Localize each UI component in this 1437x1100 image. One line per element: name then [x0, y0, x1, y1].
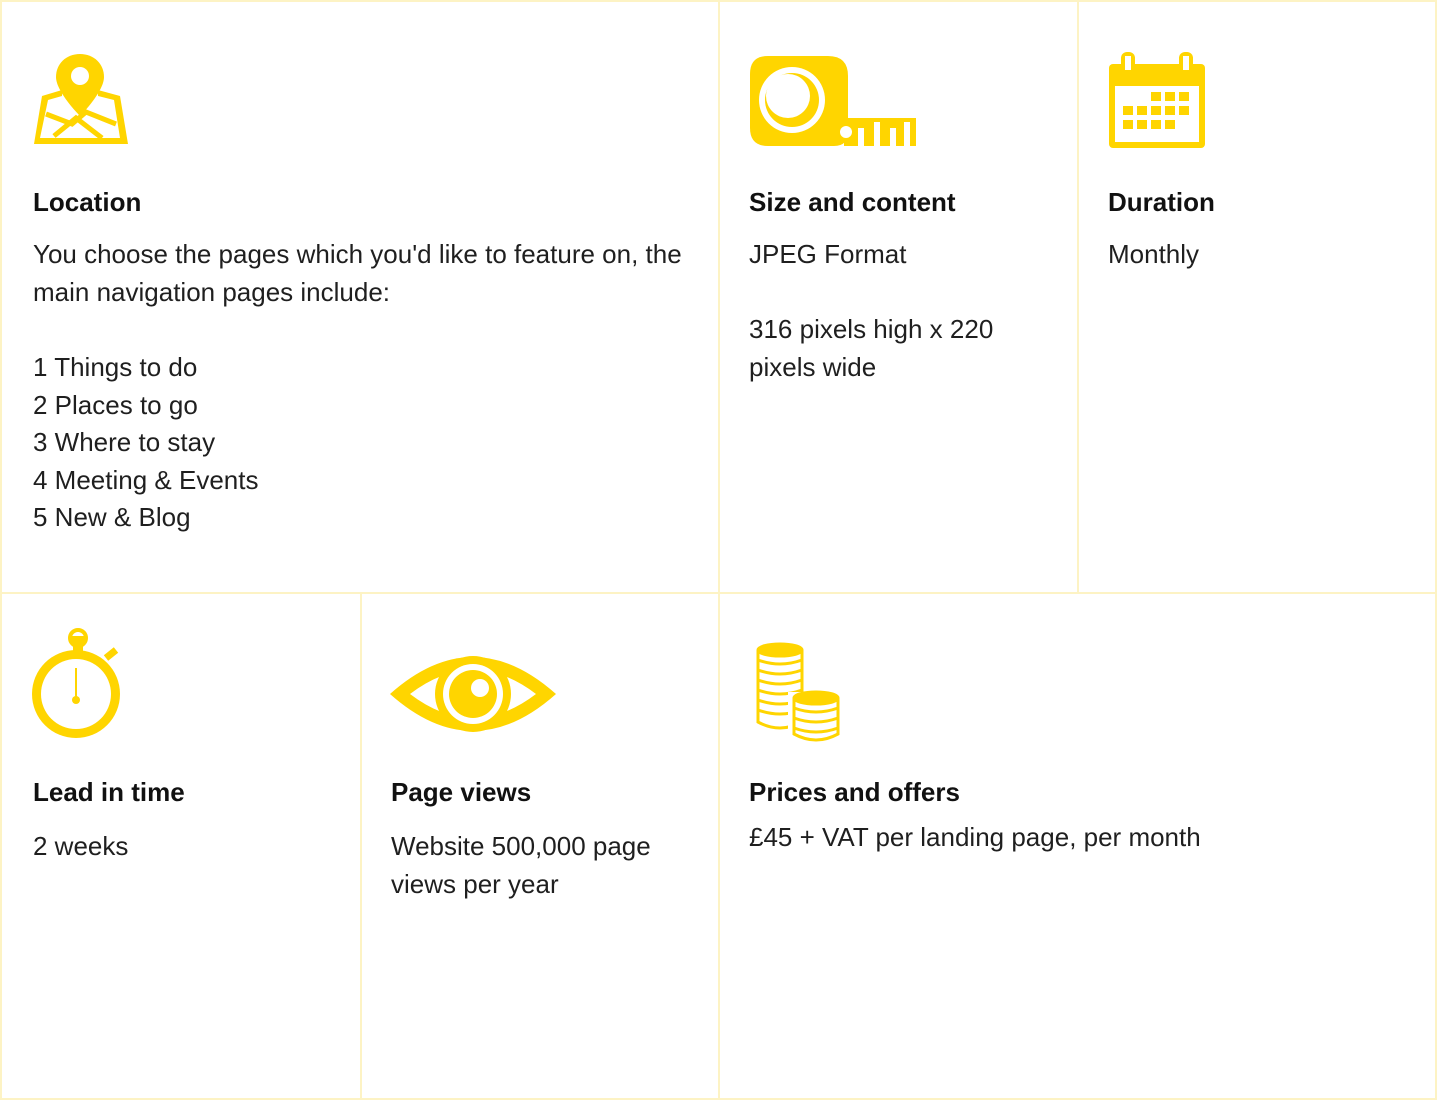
- location-card: Location You choose the pages which you'…: [0, 0, 720, 594]
- size-title: Size and content: [749, 187, 956, 217]
- prices-value: £45 + VAT per landing page, per month: [749, 822, 1201, 852]
- location-intro: You choose the pages which you'd like to…: [33, 239, 682, 307]
- navigation-pages-list: 1 Things to do 2 Places to go 3 Where to…: [33, 349, 683, 537]
- features-grid: Location You choose the pages which you'…: [0, 0, 1437, 1100]
- list-item: 3 Where to stay: [33, 427, 216, 457]
- size-body: JPEG Format 316 pixels high x 220 pixels…: [749, 235, 1049, 386]
- size-card: Size and content JPEG Format 316 pixels …: [718, 0, 1079, 594]
- views-card: Page views Website 500,000 page views pe…: [360, 592, 720, 1100]
- calendar-icon: [1109, 52, 1205, 148]
- list-item: 5 New & Blog: [33, 502, 191, 532]
- list-item: 2 Places to go: [33, 389, 198, 420]
- tape-measure-icon: [750, 56, 916, 146]
- list-item: 1 Things to do: [33, 352, 198, 382]
- prices-card: Prices and offers £45 + VAT per landing …: [718, 592, 1437, 1100]
- lead-title: Lead in time: [33, 777, 185, 807]
- stopwatch-icon: [32, 628, 120, 738]
- duration-card: Duration Monthly: [1077, 0, 1437, 594]
- location-body: You choose the pages which you'd like to…: [33, 235, 683, 537]
- size-dimensions: 316 pixels high x 220 pixels wide: [749, 314, 994, 382]
- duration-title: Duration: [1108, 187, 1215, 217]
- views-title: Page views: [391, 777, 532, 807]
- map-pin-icon: [34, 54, 128, 144]
- duration-value: Monthly: [1108, 239, 1200, 269]
- size-format: JPEG Format: [749, 239, 907, 269]
- list-item: 4 Meeting & Events: [33, 464, 259, 495]
- prices-title: Prices and offers: [749, 777, 960, 807]
- eye-icon: [390, 656, 556, 732]
- location-title: Location: [33, 187, 142, 217]
- lead-value: 2 weeks: [33, 831, 129, 861]
- views-value: Website 500,000 page views per year: [391, 831, 651, 899]
- lead-card: Lead in time 2 weeks: [0, 592, 362, 1100]
- coins-icon: [756, 642, 844, 742]
